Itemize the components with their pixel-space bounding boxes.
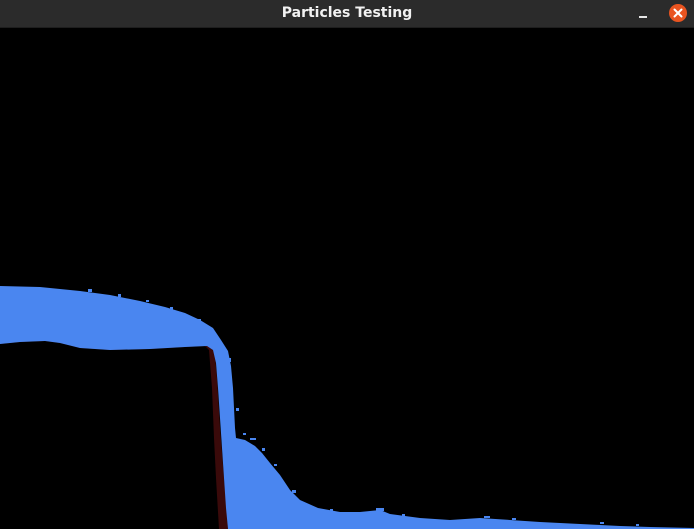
- close-button[interactable]: [669, 4, 687, 22]
- water-particles: [0, 286, 694, 529]
- window-title: Particles Testing: [281, 5, 413, 21]
- minimize-icon: [639, 16, 647, 18]
- simulation-canvas[interactable]: [0, 28, 694, 529]
- particle-scene: [0, 286, 694, 529]
- app-window: Particles Testing: [0, 0, 694, 529]
- minimize-button[interactable]: [634, 5, 652, 23]
- wall-particles: [0, 336, 228, 529]
- title-bar[interactable]: Particles Testing: [0, 0, 694, 28]
- close-icon: [669, 4, 687, 22]
